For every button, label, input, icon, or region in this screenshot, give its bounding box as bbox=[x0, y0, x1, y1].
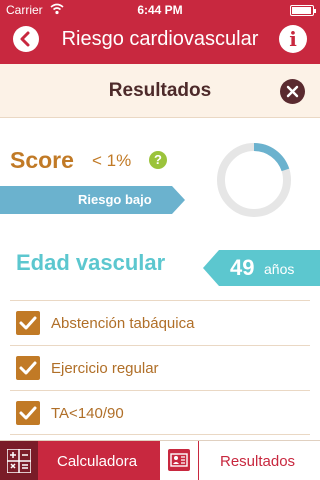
list-item-label: TA<140/90 bbox=[51, 405, 124, 422]
score-value: < 1% bbox=[92, 151, 132, 170]
list-item-label: Ejercicio regular bbox=[51, 360, 159, 377]
risk-badge: Riesgo bajo bbox=[0, 186, 185, 214]
risk-label: Riesgo bajo bbox=[78, 192, 152, 207]
checkbox[interactable] bbox=[16, 311, 40, 335]
tab-bar: Calculadora Resultados bbox=[0, 440, 320, 480]
list-item-label: Abstención tabáquica bbox=[51, 315, 195, 332]
tab-resultados[interactable]: Resultados bbox=[160, 441, 320, 480]
score-label: Score bbox=[10, 147, 74, 173]
tab-calculadora-label: Calculadora bbox=[57, 453, 138, 470]
close-icon[interactable] bbox=[280, 79, 305, 104]
vascular-age-label: Edad vascular bbox=[16, 250, 166, 275]
page-title: Riesgo cardiovascular bbox=[61, 28, 259, 50]
tab-resultados-label: Resultados bbox=[220, 453, 296, 470]
list-item[interactable]: Abstención tabáquica bbox=[10, 300, 310, 345]
risk-gauge bbox=[217, 143, 291, 217]
results-title: Resultados bbox=[108, 80, 212, 101]
battery-icon bbox=[290, 5, 316, 16]
help-icon[interactable]: ? bbox=[149, 151, 167, 169]
status-bar: Carrier 6:44 PM bbox=[0, 0, 320, 20]
list-item[interactable]: Ejercicio regular bbox=[10, 345, 310, 390]
tab-divider bbox=[198, 441, 199, 480]
status-time: 6:44 PM bbox=[137, 3, 183, 17]
info-icon[interactable]: i bbox=[279, 25, 307, 53]
calculator-icon bbox=[0, 441, 38, 480]
risk-factor-list: Abstención tabáquica Ejercicio regular T… bbox=[10, 300, 310, 435]
list-item[interactable]: TA<140/90 bbox=[10, 390, 310, 435]
id-card-icon bbox=[168, 449, 190, 471]
vascular-age-unit: años bbox=[264, 261, 295, 277]
checkbox[interactable] bbox=[16, 401, 40, 425]
tab-calculadora[interactable]: Calculadora bbox=[0, 441, 160, 480]
results-header: Resultados bbox=[0, 64, 320, 118]
checkbox[interactable] bbox=[16, 356, 40, 380]
vascular-age-value: 49 bbox=[230, 255, 255, 280]
nav-bar: Riesgo cardiovascular i bbox=[0, 20, 320, 64]
vascular-age-badge: 49 años bbox=[203, 250, 320, 286]
